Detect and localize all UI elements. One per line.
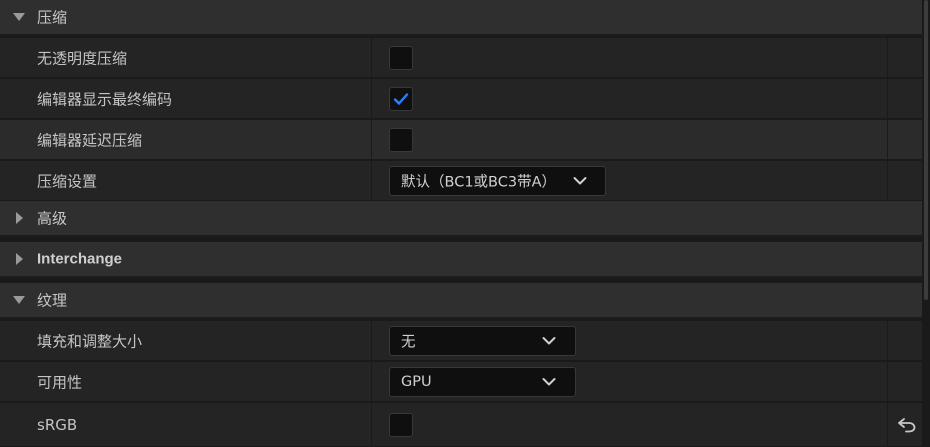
property-label: 填充和调整大小 (37, 332, 143, 350)
dropdown-value: GPU (401, 373, 432, 390)
column-divider[interactable] (371, 403, 372, 446)
property-row-compression-settings: 压缩设置 默认（BC1或BC3带A） (0, 161, 922, 201)
column-divider (887, 403, 888, 446)
column-divider (887, 321, 888, 360)
triangle-right-icon[interactable] (12, 252, 26, 266)
compression-settings-dropdown[interactable]: 默认（BC1或BC3带A） (389, 165, 606, 196)
property-label: 压缩设置 (37, 172, 98, 190)
srgb-checkbox[interactable] (389, 412, 413, 437)
reset-to-default-icon[interactable] (897, 417, 917, 433)
column-divider[interactable] (371, 161, 372, 200)
section-texture[interactable]: 纹理 (0, 283, 922, 319)
property-row-no-alpha-compression: 无透明度压缩 (0, 38, 922, 78)
column-divider[interactable] (371, 120, 372, 159)
column-divider (887, 362, 888, 401)
scrollbar-thumb[interactable] (924, 0, 928, 300)
property-row-pad-and-resize: 填充和调整大小 无 (0, 321, 922, 361)
triangle-right-icon[interactable] (12, 211, 26, 225)
property-label: 编辑器显示最终编码 (37, 90, 173, 108)
section-texture-label: 纹理 (37, 291, 68, 310)
checkmark-icon (393, 92, 409, 105)
chevron-down-icon (542, 377, 556, 385)
property-row-editor-defer-compression: 编辑器延迟压缩 (0, 120, 922, 160)
section-advanced-label: 高级 (37, 209, 68, 228)
property-row-availability: 可用性 GPU (0, 362, 922, 402)
property-label: 无透明度压缩 (37, 49, 128, 67)
dropdown-value: 默认（BC1或BC3带A） (401, 174, 557, 190)
property-label: 编辑器延迟压缩 (37, 131, 143, 149)
column-divider (887, 79, 888, 118)
triangle-down-icon[interactable] (12, 293, 26, 307)
column-divider[interactable] (371, 362, 372, 401)
column-divider[interactable] (371, 321, 372, 360)
property-row-srgb: sRGB (0, 403, 922, 447)
availability-dropdown[interactable]: GPU (389, 366, 576, 397)
column-divider[interactable] (371, 79, 372, 118)
details-panel: 压缩 无透明度压缩 编辑器显示最终编码 编辑器延迟压缩 压缩设置 默认（BC1或… (0, 0, 930, 447)
vertical-scrollbar[interactable] (922, 0, 930, 447)
section-compression[interactable]: 压缩 (0, 0, 922, 36)
column-divider (887, 161, 888, 200)
property-label: sRGB (37, 415, 78, 434)
column-divider (887, 38, 888, 77)
section-interchange[interactable]: Interchange (0, 242, 922, 278)
chevron-down-icon (573, 176, 587, 184)
section-compression-label: 压缩 (37, 8, 68, 27)
column-divider[interactable] (371, 38, 372, 77)
column-divider (887, 120, 888, 159)
property-label: 可用性 (37, 373, 83, 391)
editor-show-final-encode-checkbox[interactable] (389, 86, 413, 111)
dropdown-value: 无 (401, 334, 416, 350)
section-advanced[interactable]: 高级 (0, 201, 922, 237)
no-alpha-compression-checkbox[interactable] (389, 45, 413, 70)
section-interchange-label: Interchange (37, 250, 123, 268)
editor-defer-compression-checkbox[interactable] (389, 127, 413, 152)
property-row-editor-show-final-encode: 编辑器显示最终编码 (0, 79, 922, 119)
triangle-down-icon[interactable] (12, 10, 26, 24)
pad-and-resize-dropdown[interactable]: 无 (389, 325, 576, 356)
chevron-down-icon (542, 336, 556, 344)
